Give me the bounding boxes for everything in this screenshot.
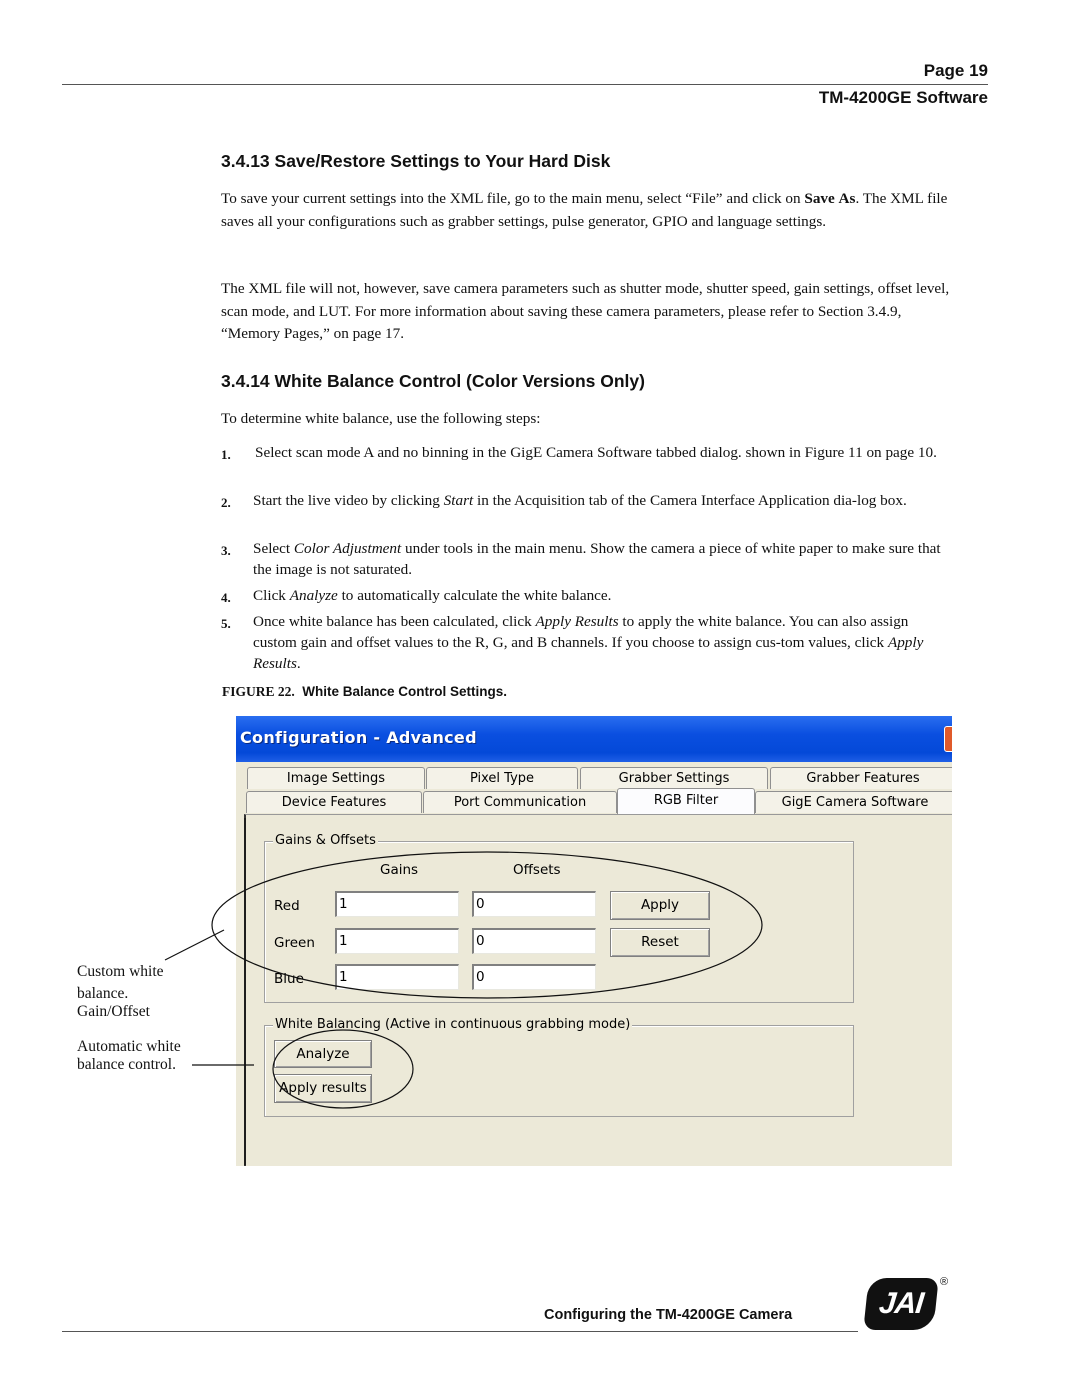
step-emphasis: Start <box>443 492 474 509</box>
bold-save: Save <box>804 190 835 207</box>
tab-grabber-settings[interactable]: Grabber Settings <box>580 767 768 789</box>
header-rule <box>62 84 988 85</box>
tab-rgb-filter[interactable]: RGB Filter <box>617 788 755 814</box>
step-emphasis: Color Adjustment <box>293 540 402 557</box>
section-title: TM-4200GE Software <box>818 88 988 107</box>
step-emphasis: Analyze <box>289 587 338 604</box>
paragraph-intro: To determine white balance, use the foll… <box>221 410 541 427</box>
green-offset-input[interactable]: 0 <box>472 928 596 954</box>
callout-automatic-white-balance: Automatic white balance control. <box>77 1038 181 1074</box>
step-text: Click <box>253 587 290 604</box>
callout-line: Automatic white <box>77 1038 181 1055</box>
tab-pixel-type[interactable]: Pixel Type <box>426 767 578 789</box>
paragraph-save-settings: To save your current settings into the X… <box>221 188 951 233</box>
gains-column-header: Gains <box>380 862 419 878</box>
step-number: 5. <box>221 616 231 631</box>
apply-results-button[interactable]: Apply results <box>274 1074 372 1103</box>
step-1: 1. Select scan mode A and no binning in … <box>221 442 956 463</box>
step-emphasis: Apply Results <box>535 613 619 630</box>
close-button[interactable] <box>944 726 952 752</box>
reset-button[interactable]: Reset <box>610 928 710 957</box>
step-number: 1. <box>221 447 231 462</box>
tab-gige-camera-software[interactable]: GigE Camera Software <box>755 791 952 813</box>
configuration-dialog: Configuration - Advanced Image Settings … <box>236 716 952 1166</box>
red-label: Red <box>274 898 300 914</box>
apply-button[interactable]: Apply <box>610 891 710 920</box>
tab-device-features[interactable]: Device Features <box>246 791 422 813</box>
bold-as: As <box>838 190 856 207</box>
callout-line: Custom white <box>77 963 164 980</box>
green-label: Green <box>274 935 315 951</box>
step-4: 4. Click Analyze to automatically calcul… <box>221 585 956 606</box>
blue-label: Blue <box>274 971 304 987</box>
title-bar: Configuration - Advanced <box>236 716 952 762</box>
white-balancing-legend: White Balancing (Active in continuous gr… <box>273 1017 633 1032</box>
step-text: . <box>296 655 301 672</box>
custom-leader-line <box>164 929 225 961</box>
text: To save your current settings into the X… <box>221 190 805 207</box>
step-text: Start the live video by clicking <box>253 492 444 509</box>
callout-custom-white-balance: Custom white balance. Gain/Offset <box>77 963 164 1021</box>
step-5: 5. Once white balance has been calculate… <box>221 611 956 674</box>
offsets-column-header: Offsets <box>513 862 561 878</box>
analyze-button[interactable]: Analyze <box>274 1040 372 1068</box>
step-number: 3. <box>221 543 231 558</box>
step-text: Select scan mode A and no binning in the… <box>255 444 937 461</box>
green-gain-input[interactable]: 1 <box>335 928 459 954</box>
page-number: Page 19 <box>923 61 988 80</box>
heading-3-4-14: 3.4.14 White Balance Control (Color Vers… <box>221 371 645 391</box>
white-balancing-group: White Balancing (Active in continuous gr… <box>264 1017 854 1117</box>
step-number: 2. <box>221 495 231 510</box>
tab-image-settings[interactable]: Image Settings <box>247 767 425 789</box>
step-text: Select <box>253 540 294 557</box>
paragraph-xml-limits: The XML file will not, however, save cam… <box>221 280 950 342</box>
callout-line: balance. <box>77 985 129 1002</box>
step-number: 4. <box>221 590 231 605</box>
jai-logo: JAI <box>863 1278 939 1330</box>
callout-line: balance control. <box>77 1056 176 1073</box>
dialog-title: Configuration - Advanced <box>240 728 477 747</box>
callout-line: Gain/Offset <box>77 1003 150 1020</box>
step-text: to automatically calculate the white bal… <box>337 587 612 604</box>
step-text: in the Acquisition tab of the Camera Int… <box>473 492 907 509</box>
figure-caption-text: White Balance Control Settings. <box>302 684 508 699</box>
footer-text: Configuring the TM-4200GE Camera <box>544 1307 793 1323</box>
figure-caption: FIGURE 22. White Balance Control Setting… <box>222 684 507 700</box>
step-text: Once white balance has been calculated, … <box>253 613 536 630</box>
tab-grabber-features[interactable]: Grabber Features <box>770 767 952 789</box>
step-2: 2. Start the live video by clicking Star… <box>221 490 956 511</box>
figure-label: FIGURE 22. <box>222 684 295 699</box>
red-gain-input[interactable]: 1 <box>335 891 459 917</box>
gains-offsets-legend: Gains & Offsets <box>273 833 378 848</box>
step-3: 3. Select Color Adjustment under tools i… <box>221 538 956 580</box>
blue-gain-input[interactable]: 1 <box>335 964 459 990</box>
heading-3-4-13: 3.4.13 Save/Restore Settings to Your Har… <box>221 151 611 171</box>
footer-rule <box>62 1331 858 1332</box>
blue-offset-input[interactable]: 0 <box>472 964 596 990</box>
registered-mark: ® <box>940 1276 949 1288</box>
red-offset-input[interactable]: 0 <box>472 891 596 917</box>
tab-port-communication[interactable]: Port Communication <box>423 791 617 813</box>
